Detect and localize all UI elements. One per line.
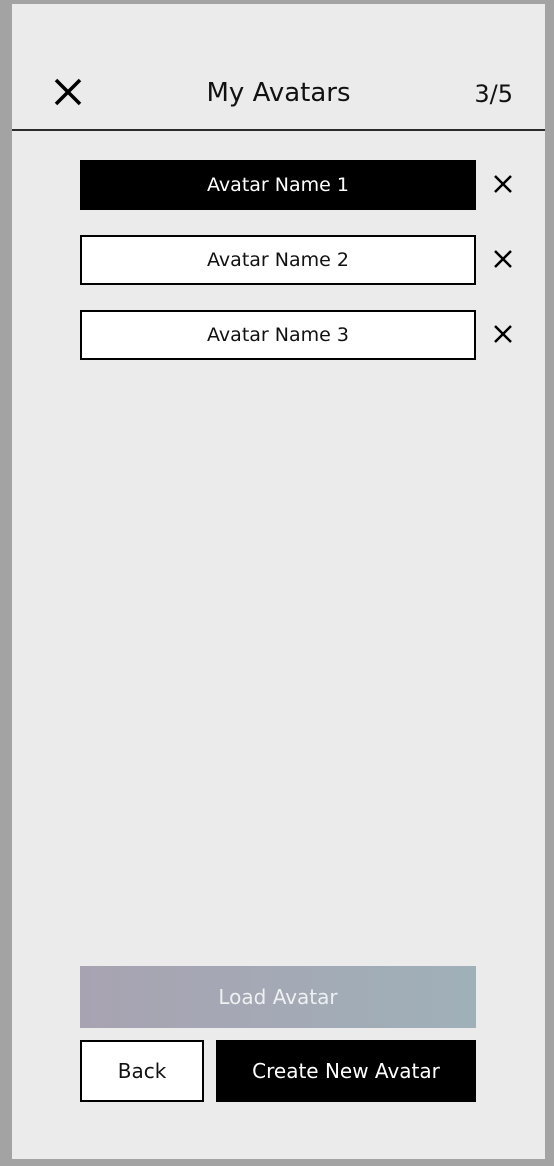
remove-avatar-button-2[interactable] (492, 248, 514, 270)
avatar-list-item: Avatar Name 1 (80, 160, 512, 210)
remove-avatar-button-1[interactable] (492, 173, 514, 195)
remove-icon (494, 175, 512, 193)
remove-icon (494, 325, 512, 343)
avatar-button-2[interactable]: Avatar Name 2 (80, 235, 476, 285)
remove-avatar-button-3[interactable] (492, 323, 514, 345)
avatar-list-item: Avatar Name 3 (80, 310, 512, 360)
avatar-list-item: Avatar Name 2 (80, 235, 512, 285)
avatar-button-3[interactable]: Avatar Name 3 (80, 310, 476, 360)
back-button[interactable]: Back (80, 1040, 204, 1102)
avatar-button-1[interactable]: Avatar Name 1 (80, 160, 476, 210)
header: My Avatars 3/5 (12, 4, 545, 131)
create-new-avatar-button[interactable]: Create New Avatar (216, 1040, 476, 1102)
remove-icon (494, 250, 512, 268)
avatar-count: 3/5 (474, 80, 513, 108)
avatars-screen: My Avatars 3/5 Avatar Name 1 Avatar Name… (12, 4, 545, 1159)
page-title: My Avatars (206, 78, 351, 108)
load-avatar-button[interactable]: Load Avatar (80, 966, 476, 1028)
